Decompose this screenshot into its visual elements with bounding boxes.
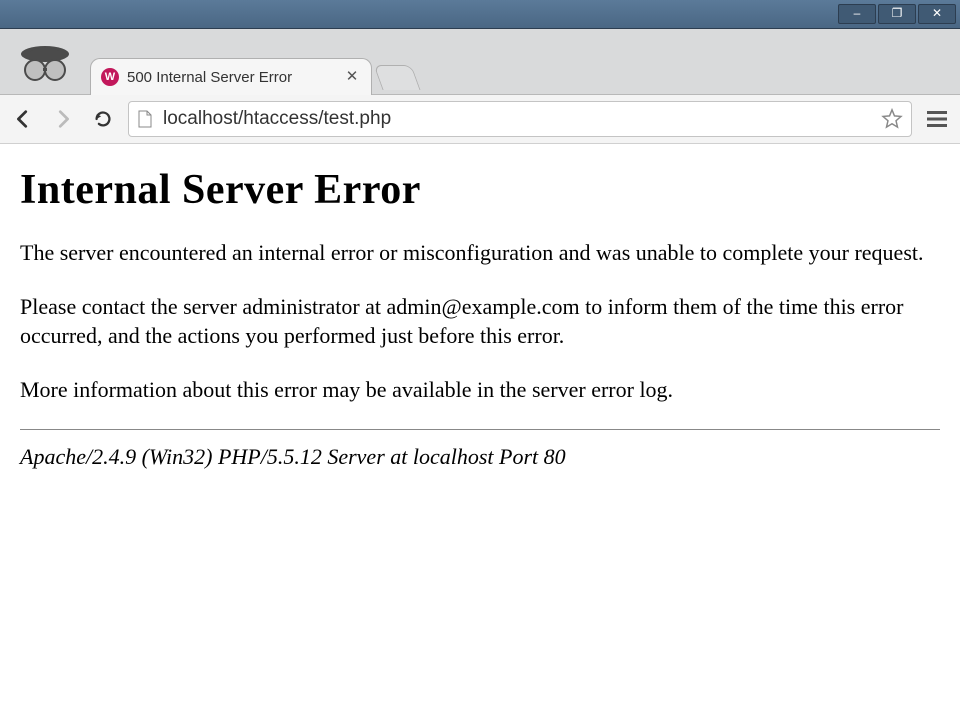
error-paragraph-2: Please contact the server administrator … [20,292,940,351]
page-icon [137,110,153,128]
maximize-button[interactable]: ❐ [878,4,916,24]
titlebar: – ❐ ✕ [0,0,960,29]
reload-button[interactable] [88,104,118,134]
tab-favicon: W [101,68,119,86]
error-divider [20,429,940,430]
bookmark-star-icon[interactable] [881,108,903,130]
address-bar[interactable] [128,101,912,137]
tab-close-button[interactable]: ✕ [343,68,361,86]
desktop: – ❐ ✕ W 500 Internal Server Er [0,0,960,720]
new-tab-button[interactable] [373,65,420,90]
error-heading: Internal Server Error [20,166,940,214]
minimize-button[interactable]: – [838,4,876,24]
close-window-button[interactable]: ✕ [918,4,956,24]
toolbar [0,95,960,144]
url-input[interactable] [161,107,873,131]
page-content: Internal Server Error The server encount… [0,144,960,720]
error-paragraph-1: The server encountered an internal error… [20,238,940,268]
menu-button[interactable] [922,104,952,134]
browser-window: – ❐ ✕ W 500 Internal Server Er [0,0,960,720]
back-button[interactable] [8,104,38,134]
active-tab[interactable]: W 500 Internal Server Error ✕ [90,58,372,95]
error-paragraph-3: More information about this error may be… [20,375,940,405]
tab-title: 500 Internal Server Error [127,69,343,86]
server-signature: Apache/2.4.9 (Win32) PHP/5.5.12 Server a… [20,444,940,470]
incognito-icon [17,38,73,86]
tab-strip: W 500 Internal Server Error ✕ [0,29,960,95]
incognito-indicator [0,29,90,94]
forward-button[interactable] [48,104,78,134]
